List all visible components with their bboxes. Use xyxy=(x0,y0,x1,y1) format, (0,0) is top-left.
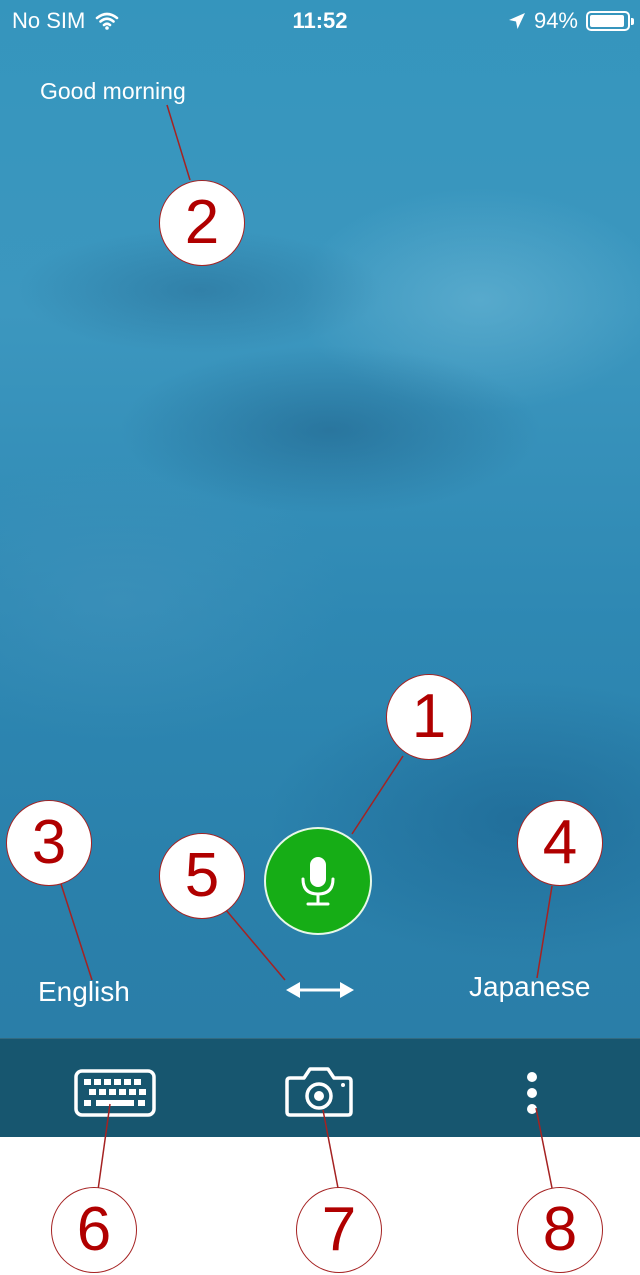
callout-badge: 6 xyxy=(51,1187,137,1273)
bottom-toolbar xyxy=(0,1038,640,1137)
callout-badge: 8 xyxy=(517,1187,603,1273)
battery-icon xyxy=(586,11,634,31)
microphone-button[interactable] xyxy=(264,827,372,935)
keyboard-button[interactable] xyxy=(74,1069,156,1117)
more-options-button[interactable] xyxy=(517,1069,547,1117)
more-vertical-icon xyxy=(527,1072,537,1114)
callout-badge: 3 xyxy=(6,800,92,886)
target-language-button[interactable]: Japanese xyxy=(469,971,590,1003)
camera-button[interactable] xyxy=(283,1066,355,1118)
battery-level xyxy=(590,15,624,27)
keyboard-icon xyxy=(74,1069,156,1117)
battery-tip xyxy=(631,18,634,25)
callout-badge: 1 xyxy=(386,674,472,760)
location-arrow-icon xyxy=(508,13,525,29)
swap-arrows-icon xyxy=(286,982,354,998)
camera-icon xyxy=(285,1067,353,1117)
translation-text: Good morning xyxy=(40,78,186,104)
battery-percent: 94% xyxy=(533,8,578,33)
microphone-icon xyxy=(301,857,335,906)
swap-languages-button[interactable] xyxy=(282,974,358,1006)
status-bar: No SIM 11:52 94% xyxy=(0,0,640,40)
source-language-button[interactable]: English xyxy=(38,976,130,1008)
callout-badge: 4 xyxy=(517,800,603,886)
status-right: 94% xyxy=(508,8,634,34)
callout-badge: 7 xyxy=(296,1187,382,1273)
callout-badge: 5 xyxy=(159,833,245,919)
callout-badge: 2 xyxy=(159,180,245,266)
